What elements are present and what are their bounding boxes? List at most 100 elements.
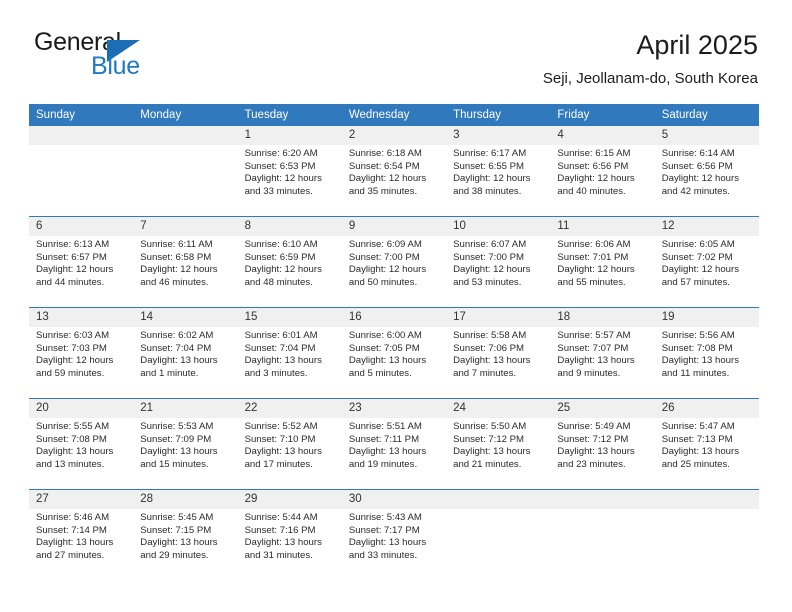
day-cell[interactable]: [550, 489, 655, 580]
day-details: Sunrise: 6:00 AM Sunset: 7:05 PM Daylight:…: [342, 327, 446, 380]
weekday-header-friday: Friday: [550, 104, 655, 126]
day-details: Sunrise: 6:06 AM Sunset: 7:01 PM Daylight:…: [550, 236, 654, 289]
day-cell[interactable]: 14 Sunrise: 6:02 AM Sunset: 7:04 PM Dayligh…: [133, 307, 238, 399]
day-details: Sunrise: 6:05 AM Sunset: 7:02 PM Daylight:…: [655, 236, 759, 289]
day-cell[interactable]: 23 Sunrise: 5:51 AM Sunset: 7:11 PM Dayligh…: [341, 398, 447, 490]
day-cell[interactable]: 2 Sunrise: 6:18 AM Sunset: 6:54 PM Daylight…: [341, 126, 447, 217]
daylight-text-line2: and 9 minutes.: [557, 367, 621, 379]
day-cell[interactable]: [29, 126, 134, 217]
day-cell[interactable]: 4 Sunrise: 6:15 AM Sunset: 6:56 PM Daylight…: [550, 126, 655, 217]
day-cell[interactable]: 3 Sunrise: 6:17 AM Sunset: 6:55 PM Daylight…: [446, 126, 551, 217]
daylight-text-line1: Daylight: 12 hours: [453, 173, 531, 185]
daylight-text-line1: Daylight: 12 hours: [244, 264, 322, 276]
sunset-text: Sunset: 7:13 PM: [661, 433, 733, 445]
day-details: Sunrise: 5:55 AM Sunset: 7:08 PM Daylight:…: [29, 418, 133, 471]
daylight-text-line1: Daylight: 12 hours: [140, 264, 218, 276]
day-number: 27: [29, 490, 134, 509]
day-cell[interactable]: 11 Sunrise: 6:06 AM Sunset: 7:01 PM Dayligh…: [550, 216, 655, 308]
sunset-text: Sunset: 7:15 PM: [140, 524, 212, 536]
weekday-header-monday: Monday: [133, 104, 238, 126]
daylight-text-line2: and 59 minutes.: [36, 367, 105, 379]
day-cell[interactable]: 9 Sunrise: 6:09 AM Sunset: 7:00 PM Daylight…: [341, 216, 447, 308]
week-row: 20 Sunrise: 5:55 AM Sunset: 7:08 PM Dayligh…: [29, 398, 759, 490]
day-cell[interactable]: 19 Sunrise: 5:56 AM Sunset: 7:08 PM Dayligh…: [654, 307, 759, 399]
day-cell[interactable]: 7 Sunrise: 6:11 AM Sunset: 6:58 PM Daylight…: [133, 216, 238, 308]
day-cell[interactable]: [446, 489, 551, 580]
daylight-text-line1: Daylight: 12 hours: [453, 264, 531, 276]
day-cell[interactable]: 27 Sunrise: 5:46 AM Sunset: 7:14 PM Dayligh…: [29, 489, 134, 580]
day-cell[interactable]: 26 Sunrise: 5:47 AM Sunset: 7:13 PM Dayligh…: [654, 398, 759, 490]
daylight-text-line1: Daylight: 13 hours: [36, 537, 114, 549]
sunset-text: Sunset: 7:16 PM: [244, 524, 316, 536]
day-cell[interactable]: 5 Sunrise: 6:14 AM Sunset: 6:56 PM Daylight…: [654, 126, 759, 217]
sunset-text: Sunset: 7:12 PM: [453, 433, 525, 445]
calendar-table: Sunday Monday Tuesday Wednesday Thursday…: [29, 104, 759, 580]
day-cell[interactable]: 30 Sunrise: 5:43 AM Sunset: 7:17 PM Dayligh…: [341, 489, 447, 580]
sunrise-text: Sunrise: 6:00 AM: [348, 330, 422, 341]
day-cell[interactable]: 22 Sunrise: 5:52 AM Sunset: 7:10 PM Dayligh…: [237, 398, 342, 490]
daylight-text-line2: and 48 minutes.: [244, 276, 313, 288]
day-cell[interactable]: 13 Sunrise: 6:03 AM Sunset: 7:03 PM Dayligh…: [29, 307, 134, 399]
day-cell[interactable]: 12 Sunrise: 6:05 AM Sunset: 7:02 PM Dayligh…: [654, 216, 759, 308]
sunset-text: Sunset: 6:56 PM: [661, 160, 733, 172]
day-cell[interactable]: [654, 489, 759, 580]
sunset-text: Sunset: 7:06 PM: [453, 342, 525, 354]
weekday-header-tuesday: Tuesday: [237, 104, 342, 126]
day-cell[interactable]: 1 Sunrise: 6:20 AM Sunset: 6:53 PM Daylight…: [237, 126, 342, 217]
day-number: 25: [550, 399, 655, 418]
sunset-text: Sunset: 7:09 PM: [140, 433, 212, 445]
daylight-text-line2: and 53 minutes.: [453, 276, 522, 288]
day-cell[interactable]: 21 Sunrise: 5:53 AM Sunset: 7:09 PM Dayligh…: [133, 398, 238, 490]
day-number: 3: [446, 126, 551, 145]
day-number: 22: [237, 399, 342, 418]
day-number: [29, 126, 134, 145]
day-cell[interactable]: 17 Sunrise: 5:58 AM Sunset: 7:06 PM Dayligh…: [446, 307, 551, 399]
day-details: Sunrise: 5:43 AM Sunset: 7:17 PM Daylight:…: [342, 509, 446, 562]
day-details: Sunrise: 6:11 AM Sunset: 6:58 PM Daylight:…: [133, 236, 237, 289]
day-cell[interactable]: 25 Sunrise: 5:49 AM Sunset: 7:12 PM Dayligh…: [550, 398, 655, 490]
day-cell[interactable]: 6 Sunrise: 6:13 AM Sunset: 6:57 PM Daylight…: [29, 216, 134, 308]
day-number: 5: [654, 126, 759, 145]
daylight-text-line2: and 13 minutes.: [36, 458, 105, 470]
sunset-text: Sunset: 7:02 PM: [661, 251, 733, 263]
day-cell[interactable]: 16 Sunrise: 6:00 AM Sunset: 7:05 PM Dayligh…: [341, 307, 447, 399]
daylight-text-line1: Daylight: 12 hours: [244, 173, 322, 185]
daylight-text-line2: and 55 minutes.: [557, 276, 626, 288]
day-cell[interactable]: 10 Sunrise: 6:07 AM Sunset: 7:00 PM Dayligh…: [446, 216, 551, 308]
day-details: Sunrise: 5:56 AM Sunset: 7:08 PM Daylight:…: [655, 327, 759, 380]
day-number: 15: [237, 308, 342, 327]
sunset-text: Sunset: 7:03 PM: [36, 342, 107, 354]
day-cell[interactable]: 20 Sunrise: 5:55 AM Sunset: 7:08 PM Dayligh…: [29, 398, 134, 490]
day-number: 30: [341, 490, 447, 509]
weekday-header-sunday: Sunday: [29, 104, 134, 126]
day-details: [133, 145, 237, 148]
sunset-text: Sunset: 6:59 PM: [244, 251, 316, 263]
day-cell[interactable]: 15 Sunrise: 6:01 AM Sunset: 7:04 PM Dayligh…: [237, 307, 342, 399]
day-details: Sunrise: 5:51 AM Sunset: 7:11 PM Daylight:…: [342, 418, 446, 471]
day-cell[interactable]: 28 Sunrise: 5:45 AM Sunset: 7:15 PM Dayligh…: [133, 489, 238, 580]
day-details: [446, 509, 550, 512]
sunset-text: Sunset: 7:04 PM: [244, 342, 316, 354]
day-cell[interactable]: 29 Sunrise: 5:44 AM Sunset: 7:16 PM Dayligh…: [237, 489, 342, 580]
sunset-text: Sunset: 6:58 PM: [140, 251, 212, 263]
daylight-text-line1: Daylight: 12 hours: [661, 264, 740, 276]
daylight-text-line2: and 23 minutes.: [557, 458, 626, 470]
weekday-header-wednesday: Wednesday: [341, 104, 447, 126]
daylight-text-line2: and 42 minutes.: [661, 185, 730, 197]
daylight-text-line2: and 19 minutes.: [348, 458, 418, 470]
sunrise-text: Sunrise: 6:02 AM: [140, 330, 214, 341]
day-cell[interactable]: 24 Sunrise: 5:50 AM Sunset: 7:12 PM Dayligh…: [446, 398, 551, 490]
day-cell[interactable]: 18 Sunrise: 5:57 AM Sunset: 7:07 PM Dayligh…: [550, 307, 655, 399]
daylight-text-line2: and 46 minutes.: [140, 276, 209, 288]
daylight-text-line2: and 38 minutes.: [453, 185, 522, 197]
page-subtitle: Seji, Jeollanam-do, South Korea: [542, 70, 758, 87]
daylight-text-line2: and 1 minute.: [140, 367, 199, 379]
daylight-text-line1: Daylight: 13 hours: [453, 355, 531, 367]
daylight-text-line2: and 21 minutes.: [453, 458, 522, 470]
sunrise-text: Sunrise: 5:46 AM: [36, 512, 110, 523]
day-number: 24: [446, 399, 551, 418]
sunrise-text: Sunrise: 5:51 AM: [348, 421, 422, 432]
day-cell[interactable]: 8 Sunrise: 6:10 AM Sunset: 6:59 PM Daylight…: [237, 216, 342, 308]
day-cell[interactable]: [133, 126, 238, 217]
sunrise-text: Sunrise: 5:57 AM: [557, 330, 631, 341]
